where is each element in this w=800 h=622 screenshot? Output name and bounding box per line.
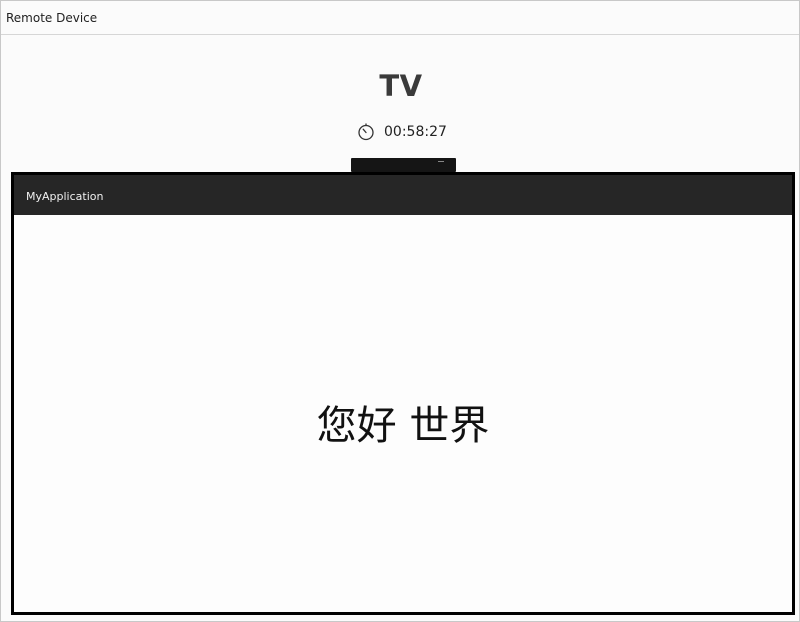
app-action-bar: MyApplication (14, 175, 792, 215)
session-timer: 00:58:27 (356, 121, 447, 143)
device-name: TV (379, 69, 423, 103)
timer-text: 00:58:27 (384, 124, 447, 140)
app-title: MyApplication (26, 190, 104, 203)
device-screen[interactable]: MyApplication 您好 世界 (11, 172, 795, 615)
remote-device-window: Remote Device TV 00:58:27 MyApplication … (0, 0, 800, 622)
app-content[interactable]: 您好 世界 (14, 215, 792, 612)
window-titlebar: Remote Device (1, 1, 799, 35)
stopwatch-icon (358, 123, 374, 141)
hello-world-text: 您好 世界 (316, 403, 490, 449)
window-title: Remote Device (6, 11, 98, 25)
device-image (351, 158, 456, 172)
